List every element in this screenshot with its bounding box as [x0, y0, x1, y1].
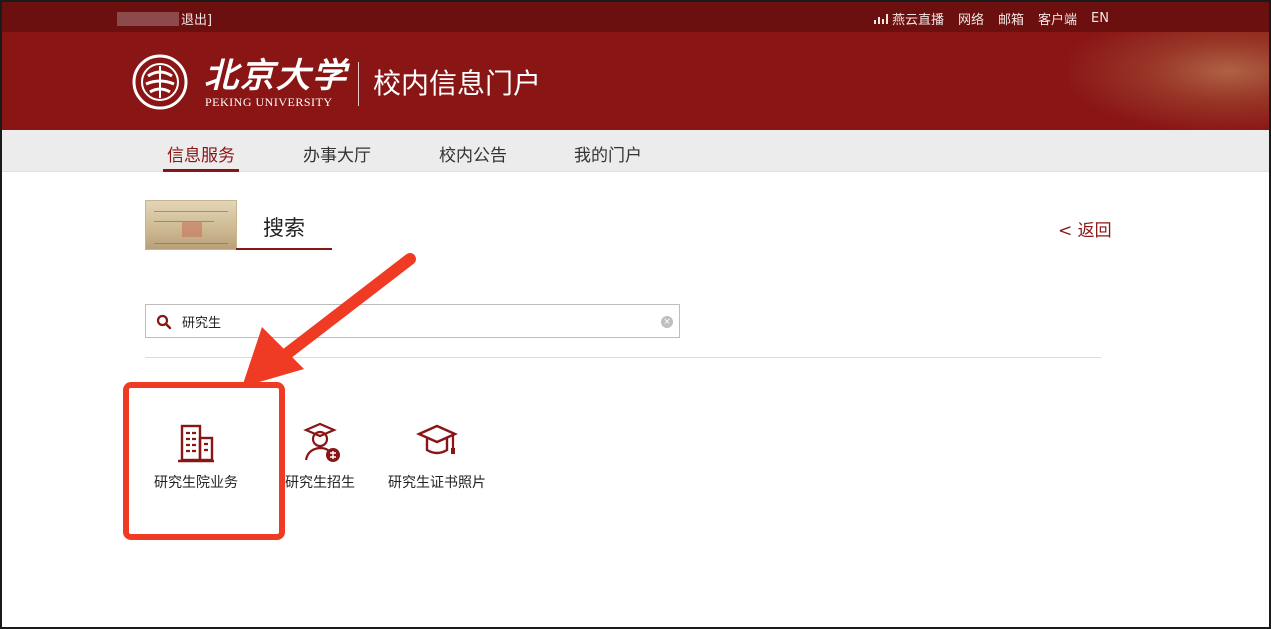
- university-name-cn: 北京大学: [204, 56, 348, 96]
- signal-icon: [873, 14, 888, 24]
- app-label: 研究生证书照片: [388, 475, 486, 491]
- section-thumbnail: [145, 200, 237, 250]
- browser-frame: 退出] 燕云直播 网络 邮箱 客户端 EN 北京大学 PEKING UNIVER…: [0, 0, 1271, 629]
- mail-link[interactable]: 邮箱: [998, 9, 1024, 28]
- nav-service-hall[interactable]: 办事大厅: [303, 141, 371, 166]
- nav-info-services[interactable]: 信息服务: [163, 141, 239, 172]
- annotation-arrow-icon: [242, 253, 416, 387]
- nav-my-portal[interactable]: 我的门户: [574, 141, 642, 166]
- logo-divider: [358, 62, 359, 106]
- nav-campus-notices[interactable]: 校内公告: [439, 141, 507, 166]
- university-seal-icon[interactable]: [132, 54, 188, 110]
- client-link[interactable]: 客户端: [1038, 9, 1077, 28]
- app-graduate-admissions[interactable]: 研究生招生: [285, 422, 355, 492]
- clear-icon[interactable]: ×: [661, 316, 673, 328]
- network-link[interactable]: 网络: [958, 9, 984, 28]
- section-title: 搜索: [236, 212, 332, 250]
- section-title-text: 搜索: [263, 216, 305, 240]
- live-stream-link[interactable]: 燕云直播: [873, 9, 944, 28]
- main-nav: 信息服务 办事大厅 校内公告 我的门户: [2, 130, 1269, 172]
- student-enroll-icon: [303, 422, 340, 462]
- english-link[interactable]: EN: [1091, 11, 1109, 26]
- header-banner: 北京大学 PEKING UNIVERSITY 校内信息门户: [2, 32, 1269, 130]
- app-graduate-certificate-photo[interactable]: 研究生证书照片: [388, 422, 486, 492]
- top-utility-bar: 退出] 燕云直播 网络 邮箱 客户端 EN: [2, 2, 1269, 32]
- search-icon: [156, 314, 172, 330]
- app-label: 研究生招生: [285, 475, 355, 491]
- logout-link[interactable]: 退出]: [181, 13, 212, 28]
- user-area: 退出]: [117, 9, 212, 28]
- redacted-username: [117, 12, 179, 26]
- tree-decoration: [1069, 32, 1269, 130]
- back-link[interactable]: < 返回: [1058, 216, 1112, 241]
- graduation-cap-icon: [416, 424, 458, 455]
- annotation-highlight-box: [123, 382, 285, 540]
- utility-links: 燕云直播 网络 邮箱 客户端 EN: [873, 9, 1109, 28]
- university-name-en: PEKING UNIVERSITY: [205, 95, 333, 109]
- portal-title: 校内信息门户: [373, 67, 542, 100]
